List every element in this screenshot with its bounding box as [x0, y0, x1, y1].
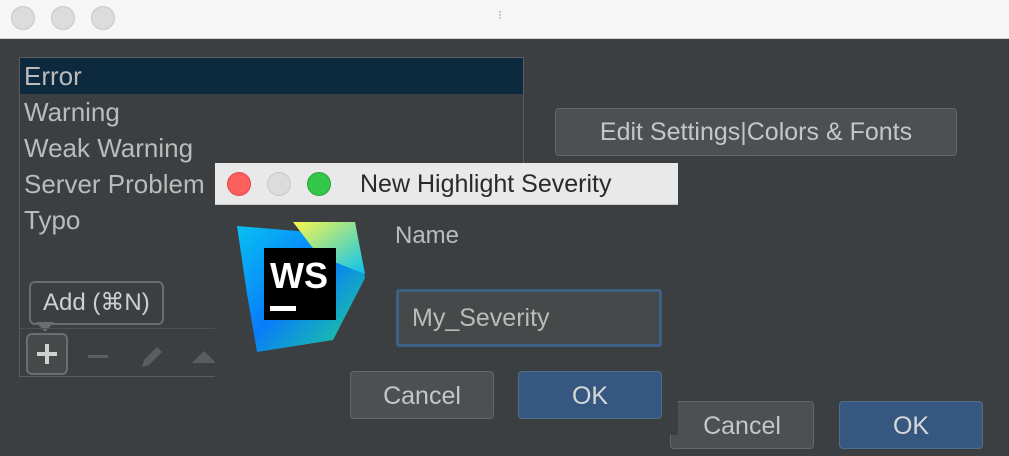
dialog-cancel-button[interactable]: Cancel	[350, 371, 494, 419]
list-item-weak-warning[interactable]: Weak Warning	[20, 130, 523, 166]
zoom-window-button[interactable]	[91, 6, 115, 30]
plus-icon	[37, 344, 57, 364]
edit-settings-colors-fonts-button[interactable]: Edit Settings|Colors & Fonts	[555, 108, 957, 156]
window-title-mark: ⁝	[498, 8, 502, 22]
arrow-up-icon	[192, 351, 216, 363]
edit-button[interactable]	[132, 339, 172, 375]
add-button[interactable]	[26, 333, 68, 375]
list-toolbar	[20, 328, 220, 379]
dialog-ok-button[interactable]: OK	[518, 371, 662, 419]
dialog-zoom-button[interactable]	[307, 172, 331, 196]
cancel-button[interactable]: Cancel	[670, 401, 814, 449]
minimize-window-button[interactable]	[51, 6, 75, 30]
dialog-minimize-button[interactable]	[267, 172, 291, 196]
dialog-title: New Highlight Severity	[360, 170, 612, 198]
name-input[interactable]	[396, 289, 662, 347]
name-label: Name	[395, 222, 460, 249]
add-tooltip: Add (⌘N)	[29, 281, 164, 325]
outer-window-titlebar: ⁝	[0, 0, 1009, 39]
ok-button[interactable]: OK	[839, 401, 983, 449]
close-window-button[interactable]	[11, 6, 35, 30]
list-item-error[interactable]: Error	[20, 58, 523, 94]
pencil-icon	[142, 347, 162, 367]
dialog-close-button[interactable]	[227, 172, 251, 196]
remove-button[interactable]	[78, 339, 118, 375]
dialog-titlebar: New Highlight Severity	[215, 163, 678, 205]
list-item-warning[interactable]: Warning	[20, 94, 523, 130]
logo-text: WS	[270, 255, 328, 296]
minus-icon	[88, 355, 108, 358]
webstorm-logo-icon: WS	[237, 222, 365, 352]
